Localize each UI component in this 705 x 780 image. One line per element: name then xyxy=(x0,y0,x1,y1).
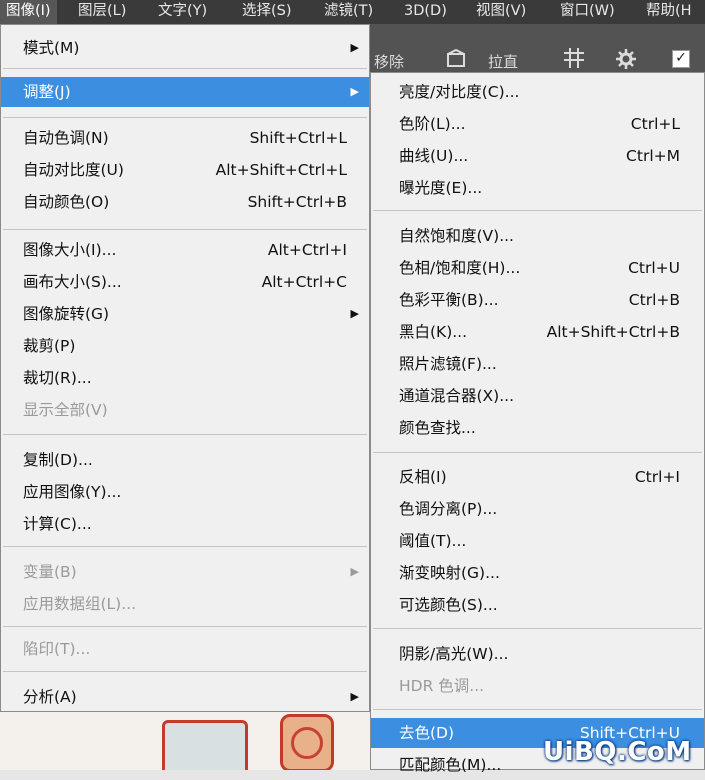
menu-item-analysis[interactable]: 分析(A) ▶ xyxy=(1,682,369,712)
submenu-item-threshold[interactable]: 阈值(T)... xyxy=(371,526,704,556)
straighten-label[interactable]: 拉直 xyxy=(488,51,518,72)
submenu-item-levels[interactable]: 色阶(L)... Ctrl+L xyxy=(371,109,704,139)
submenu-item-channel-mixer[interactable]: 通道混合器(X)... xyxy=(371,381,704,411)
menubar-3d[interactable]: 3D(D) xyxy=(398,0,453,24)
menu-item-variables: 变量(B) ▶ xyxy=(1,557,369,587)
submenu-item-vibrance[interactable]: 自然饱和度(V)... xyxy=(371,221,704,251)
submenu-arrow-icon: ▶ xyxy=(350,85,359,98)
document-canvas xyxy=(0,712,370,770)
menubar-layer[interactable]: 图层(L) xyxy=(72,0,132,24)
menubar-type[interactable]: 文字(Y) xyxy=(152,0,213,24)
submenu-item-photo-filter[interactable]: 照片滤镜(F)... xyxy=(371,349,704,379)
submenu-item-brightness-contrast[interactable]: 亮度/对比度(C)... xyxy=(371,77,704,107)
menu-item-mode[interactable]: 模式(M) ▶ xyxy=(1,33,369,63)
menu-item-trap: 陷印(T)... xyxy=(23,640,91,658)
menu-item-auto-tone[interactable]: 自动色调(N) Shift+Ctrl+L xyxy=(1,123,369,153)
submenu-item-exposure[interactable]: 曝光度(E)... xyxy=(371,173,704,203)
menu-item-apply-image[interactable]: 应用图像(Y)... xyxy=(1,477,369,507)
watermark-logo: UiBQ.CoM xyxy=(543,737,692,767)
menu-item-reveal-all: 显示全部(V) xyxy=(23,401,108,419)
submenu-arrow-icon: ▶ xyxy=(350,690,359,703)
canvas-artwork-shape xyxy=(162,720,248,770)
menu-item-image-rotation[interactable]: 图像旋转(G) ▶ xyxy=(1,299,369,329)
submenu-item-curves[interactable]: 曲线(U)... Ctrl+M xyxy=(371,141,704,171)
submenu-arrow-icon: ▶ xyxy=(350,41,359,54)
menu-item-canvas-size[interactable]: 画布大小(S)... Alt+Ctrl+C xyxy=(1,267,369,297)
gear-icon[interactable] xyxy=(614,48,638,72)
menu-item-crop[interactable]: 裁剪(P) xyxy=(1,331,369,361)
menubar-help[interactable]: 帮助(H xyxy=(640,0,698,24)
menu-item-calculations[interactable]: 计算(C)... xyxy=(1,509,369,539)
option-checkbox[interactable]: ✓ xyxy=(672,50,690,68)
menu-item-auto-contrast[interactable]: 自动对比度(U) Alt+Shift+Ctrl+L xyxy=(1,155,369,185)
submenu-item-shadows-highlights[interactable]: 阴影/高光(W)... xyxy=(371,639,704,669)
menubar-view[interactable]: 视图(V) xyxy=(470,0,532,24)
canvas-artwork-badge xyxy=(280,714,334,770)
image-menu: 模式(M) ▶ 调整(J) ▶ 自动色调(N) Shift+Ctrl+L 自动对… xyxy=(0,24,370,712)
grid-icon[interactable] xyxy=(562,46,586,70)
menu-item-adjust[interactable]: 调整(J) ▶ xyxy=(1,77,369,107)
submenu-item-gradient-map[interactable]: 渐变映射(G)... xyxy=(371,558,704,588)
straighten-icon[interactable] xyxy=(444,48,468,72)
submenu-item-hdr-toning: HDR 色调... xyxy=(399,677,485,695)
submenu-item-invert[interactable]: 反相(I) Ctrl+I xyxy=(371,462,704,492)
submenu-item-color-balance[interactable]: 色彩平衡(B)... Ctrl+B xyxy=(371,285,704,315)
adjustments-submenu: 亮度/对比度(C)... 色阶(L)... Ctrl+L 曲线(U)... Ct… xyxy=(370,72,705,774)
menu-item-duplicate[interactable]: 复制(D)... xyxy=(1,445,369,475)
submenu-arrow-icon: ▶ xyxy=(350,565,359,578)
submenu-item-black-white[interactable]: 黑白(K)... Alt+Shift+Ctrl+B xyxy=(371,317,704,347)
menubar-window[interactable]: 窗口(W) xyxy=(554,0,621,24)
submenu-item-color-lookup[interactable]: 颜色查找... xyxy=(371,413,704,443)
menu-item-auto-color[interactable]: 自动颜色(O) Shift+Ctrl+B xyxy=(1,187,369,217)
menu-item-apply-data-set: 应用数据组(L)... xyxy=(23,595,137,613)
menu-item-trim[interactable]: 裁切(R)... xyxy=(1,363,369,393)
menu-item-image-size[interactable]: 图像大小(I)... Alt+Ctrl+I xyxy=(1,235,369,265)
submenu-item-hue-saturation[interactable]: 色相/饱和度(H)... Ctrl+U xyxy=(371,253,704,283)
menubar-filter[interactable]: 滤镜(T) xyxy=(318,0,379,24)
menubar: 图像(I) 图层(L) 文字(Y) 选择(S) 滤镜(T) 3D(D) 视图(V… xyxy=(0,0,705,24)
menubar-image[interactable]: 图像(I) xyxy=(0,0,57,24)
submenu-item-selective-color[interactable]: 可选颜色(S)... xyxy=(371,590,704,620)
submenu-arrow-icon: ▶ xyxy=(350,307,359,320)
submenu-item-posterize[interactable]: 色调分离(P)... xyxy=(371,494,704,524)
option-bar xyxy=(360,24,705,76)
menubar-select[interactable]: 选择(S) xyxy=(236,0,298,24)
option-bar-partial-label: 移除 xyxy=(374,53,405,71)
